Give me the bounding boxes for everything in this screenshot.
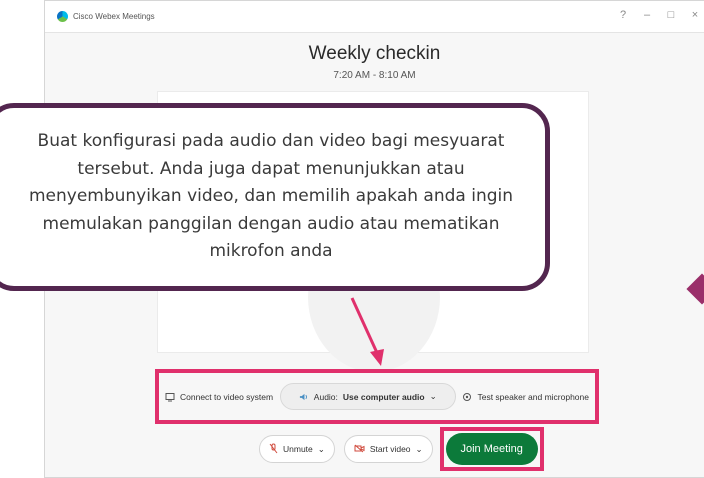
title-bar: Cisco Webex Meetings ? – □ × — [45, 1, 704, 33]
meeting-controls: Unmute ⌄ Start video ⌄ Join Meeting — [259, 427, 544, 471]
test-speaker-button[interactable]: Test speaker and microphone — [462, 392, 589, 402]
window-controls: ? – □ × — [616, 9, 702, 21]
chevron-down-icon: ⌄ — [429, 391, 437, 401]
minimize-icon[interactable]: – — [640, 9, 654, 21]
meeting-time: 7:20 AM - 8:10 AM — [333, 70, 416, 81]
meeting-options-row: Connect to video system Audio: Use compu… — [155, 369, 599, 424]
connect-video-system-label: Connect to video system — [180, 391, 274, 402]
audio-value: Use computer audio — [342, 391, 425, 402]
meeting-title: Weekly checkin — [308, 43, 441, 64]
audio-label: Audio: — [313, 391, 338, 402]
unmute-label: Unmute — [283, 444, 313, 454]
unmute-button[interactable]: Unmute ⌄ — [259, 435, 335, 463]
audio-icon — [299, 392, 309, 402]
speaker-test-icon — [462, 392, 472, 402]
app-title: Cisco Webex Meetings — [73, 12, 155, 21]
close-icon[interactable]: × — [688, 9, 702, 21]
help-icon[interactable]: ? — [616, 9, 630, 21]
chevron-down-icon[interactable]: ⌄ — [416, 444, 423, 455]
microphone-muted-icon — [269, 443, 278, 456]
callout-text: Buat konfigurasi pada audio dan video ba… — [28, 131, 514, 262]
chevron-down-icon[interactable]: ⌄ — [318, 444, 325, 455]
video-muted-icon — [354, 444, 365, 455]
join-highlight: Join Meeting — [439, 427, 544, 471]
webex-logo-icon — [57, 11, 68, 22]
instruction-callout: Buat konfigurasi pada audio dan video ba… — [0, 103, 550, 291]
start-video-button[interactable]: Start video ⌄ — [343, 435, 433, 463]
audio-selector[interactable]: Audio: Use computer audio ⌄ — [279, 383, 456, 410]
start-video-label: Start video — [369, 444, 411, 454]
video-system-icon — [165, 392, 175, 402]
connect-video-system-button[interactable]: Connect to video system — [165, 392, 273, 402]
join-meeting-button[interactable]: Join Meeting — [445, 433, 538, 465]
maximize-icon[interactable]: □ — [664, 9, 678, 21]
test-speaker-label: Test speaker and microphone — [477, 391, 589, 402]
